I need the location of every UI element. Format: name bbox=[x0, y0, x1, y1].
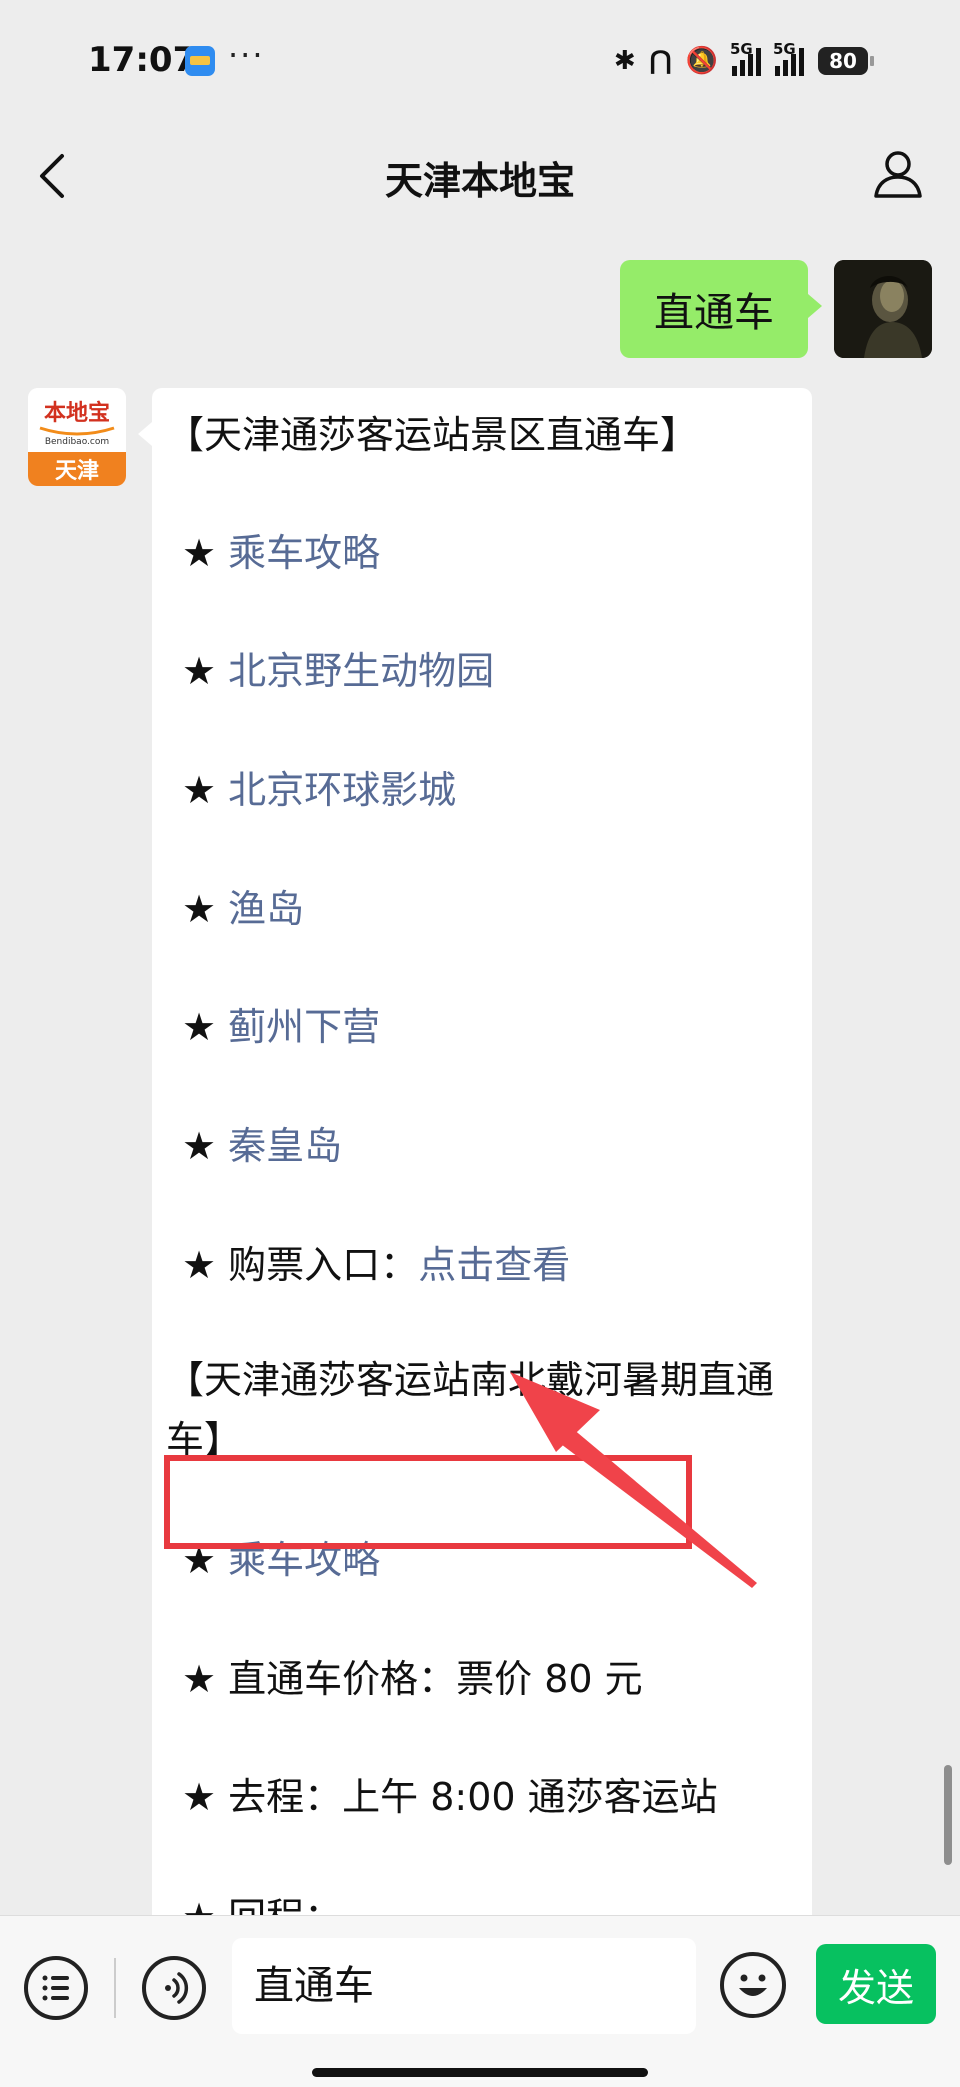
star-icon: ★ bbox=[182, 768, 217, 812]
list-item[interactable]: ★ 秦皇岛 bbox=[182, 1117, 342, 1175]
logo-city: 天津 bbox=[55, 458, 99, 484]
link-universal-studios[interactable]: 北京环球影城 bbox=[228, 768, 456, 812]
signal-icon: 5G bbox=[730, 40, 761, 76]
list-icon bbox=[42, 1975, 69, 2001]
incoming-bubble: 【天津通莎客运站景区直通车】 ★ 乘车攻略 ★ 北京野生动物园 ★ 北京环球影城… bbox=[138, 388, 812, 1915]
input-bar: 直通车 发送 bbox=[0, 1915, 960, 2087]
status-bar: 17:07 ··· ✱ ⋂ 🔕 5G 5G 80 bbox=[0, 0, 960, 120]
smiley-icon bbox=[739, 1974, 767, 1996]
star-icon: ★ bbox=[182, 1657, 217, 1701]
ticket-label: 购票入口： bbox=[228, 1243, 419, 1287]
star-icon: ★ bbox=[182, 1005, 217, 1049]
departure-text: 去程：上午 8:00 通莎客运站 bbox=[228, 1775, 718, 1819]
list-item: ★ 直通车价格：票价 80 元 bbox=[182, 1650, 643, 1708]
list-item[interactable]: ★ 北京野生动物园 bbox=[182, 642, 494, 700]
signal-label: 5G bbox=[730, 40, 753, 58]
signal-label-2: 5G bbox=[773, 40, 796, 58]
star-icon: ★ bbox=[182, 1895, 216, 1915]
user-avatar-photo bbox=[834, 260, 932, 358]
user-avatar[interactable] bbox=[834, 260, 932, 358]
bendibao-logo: 本地宝 Bendibao.com 天津 bbox=[28, 388, 126, 486]
send-button[interactable]: 发送 bbox=[816, 1944, 936, 2024]
voice-icon bbox=[165, 1972, 189, 2004]
chat-area[interactable]: 直通车 本地宝 Bendibao.com 天津 【天津通莎客运站景区直通车】 ★ bbox=[0, 230, 960, 1915]
logo-domain: Bendibao.com bbox=[45, 437, 109, 447]
star-icon: ★ bbox=[182, 887, 217, 931]
outgoing-text: 直通车 bbox=[654, 290, 774, 336]
nav-bar: 天津本地宝 bbox=[0, 120, 960, 230]
return-text: 回程： bbox=[228, 1895, 342, 1915]
star-icon: ★ bbox=[182, 1124, 217, 1168]
scrollbar[interactable] bbox=[944, 1765, 952, 1865]
list-item[interactable]: ★ 北京环球影城 bbox=[182, 761, 456, 819]
ticket-link[interactable]: 点击查看 bbox=[418, 1243, 570, 1287]
ticket-entry: ★ 购票入口：点击查看 bbox=[182, 1236, 570, 1294]
link-qinhuangdao[interactable]: 秦皇岛 bbox=[228, 1124, 342, 1168]
bluetooth-icon: ✱ bbox=[613, 46, 636, 76]
divider bbox=[114, 1958, 116, 2018]
link-jizhou-xiaying[interactable]: 蓟州下营 bbox=[228, 1005, 380, 1049]
signal-icon-2: 5G bbox=[773, 40, 804, 76]
mute-icon: 🔕 bbox=[685, 46, 718, 76]
system-icons: ✱ ⋂ 🔕 5G 5G 80 bbox=[613, 40, 874, 78]
link-beijing-wildlife-park[interactable]: 北京野生动物园 bbox=[228, 649, 494, 693]
link-ride-guide[interactable]: 乘车攻略 bbox=[228, 531, 380, 575]
page-title: 天津本地宝 bbox=[384, 159, 575, 203]
more-notifications: ··· bbox=[228, 36, 265, 74]
emoji-button[interactable] bbox=[720, 1952, 786, 2018]
person-icon bbox=[874, 151, 922, 198]
outgoing-bubble[interactable]: 直通车 bbox=[620, 260, 822, 358]
list-item[interactable]: ★ 乘车攻略 bbox=[182, 524, 380, 582]
highlight-annotation-box bbox=[164, 1455, 692, 1549]
section1-title: 【天津通莎客运站景区直通车】 bbox=[166, 413, 699, 457]
battery-icon: 80 bbox=[818, 47, 874, 75]
outgoing-message-row: 直通车 bbox=[620, 260, 932, 358]
menu-button[interactable] bbox=[24, 1956, 88, 2020]
list-item[interactable]: ★ 蓟州下营 bbox=[182, 998, 380, 1056]
star-icon: ★ bbox=[182, 1243, 217, 1287]
profile-button[interactable] bbox=[870, 146, 926, 202]
status-time: 17:07 bbox=[88, 40, 197, 80]
link-yudao[interactable]: 渔岛 bbox=[228, 887, 304, 931]
star-icon: ★ bbox=[182, 649, 217, 693]
message-input[interactable]: 直通车 bbox=[232, 1938, 696, 2034]
star-icon: ★ bbox=[182, 1775, 217, 1819]
bot-avatar[interactable]: 本地宝 Bendibao.com 天津 bbox=[28, 388, 126, 486]
wallet-notification-icon bbox=[185, 46, 215, 76]
logo-title: 本地宝 bbox=[44, 400, 110, 426]
price-text: 直通车价格：票价 80 元 bbox=[228, 1657, 643, 1701]
voice-button[interactable] bbox=[142, 1956, 206, 2020]
section2-title: 【天津通莎客运站南北戴河暑期直通车】 bbox=[166, 1358, 775, 1462]
earbuds-icon: ⋂ bbox=[649, 46, 672, 76]
list-item: ★ 回程： bbox=[182, 1888, 342, 1915]
home-indicator[interactable] bbox=[312, 2068, 648, 2077]
list-item[interactable]: ★ 渔岛 bbox=[182, 880, 304, 938]
list-item: ★ 去程：上午 8:00 通莎客运站 bbox=[182, 1768, 718, 1826]
star-icon: ★ bbox=[182, 531, 217, 575]
